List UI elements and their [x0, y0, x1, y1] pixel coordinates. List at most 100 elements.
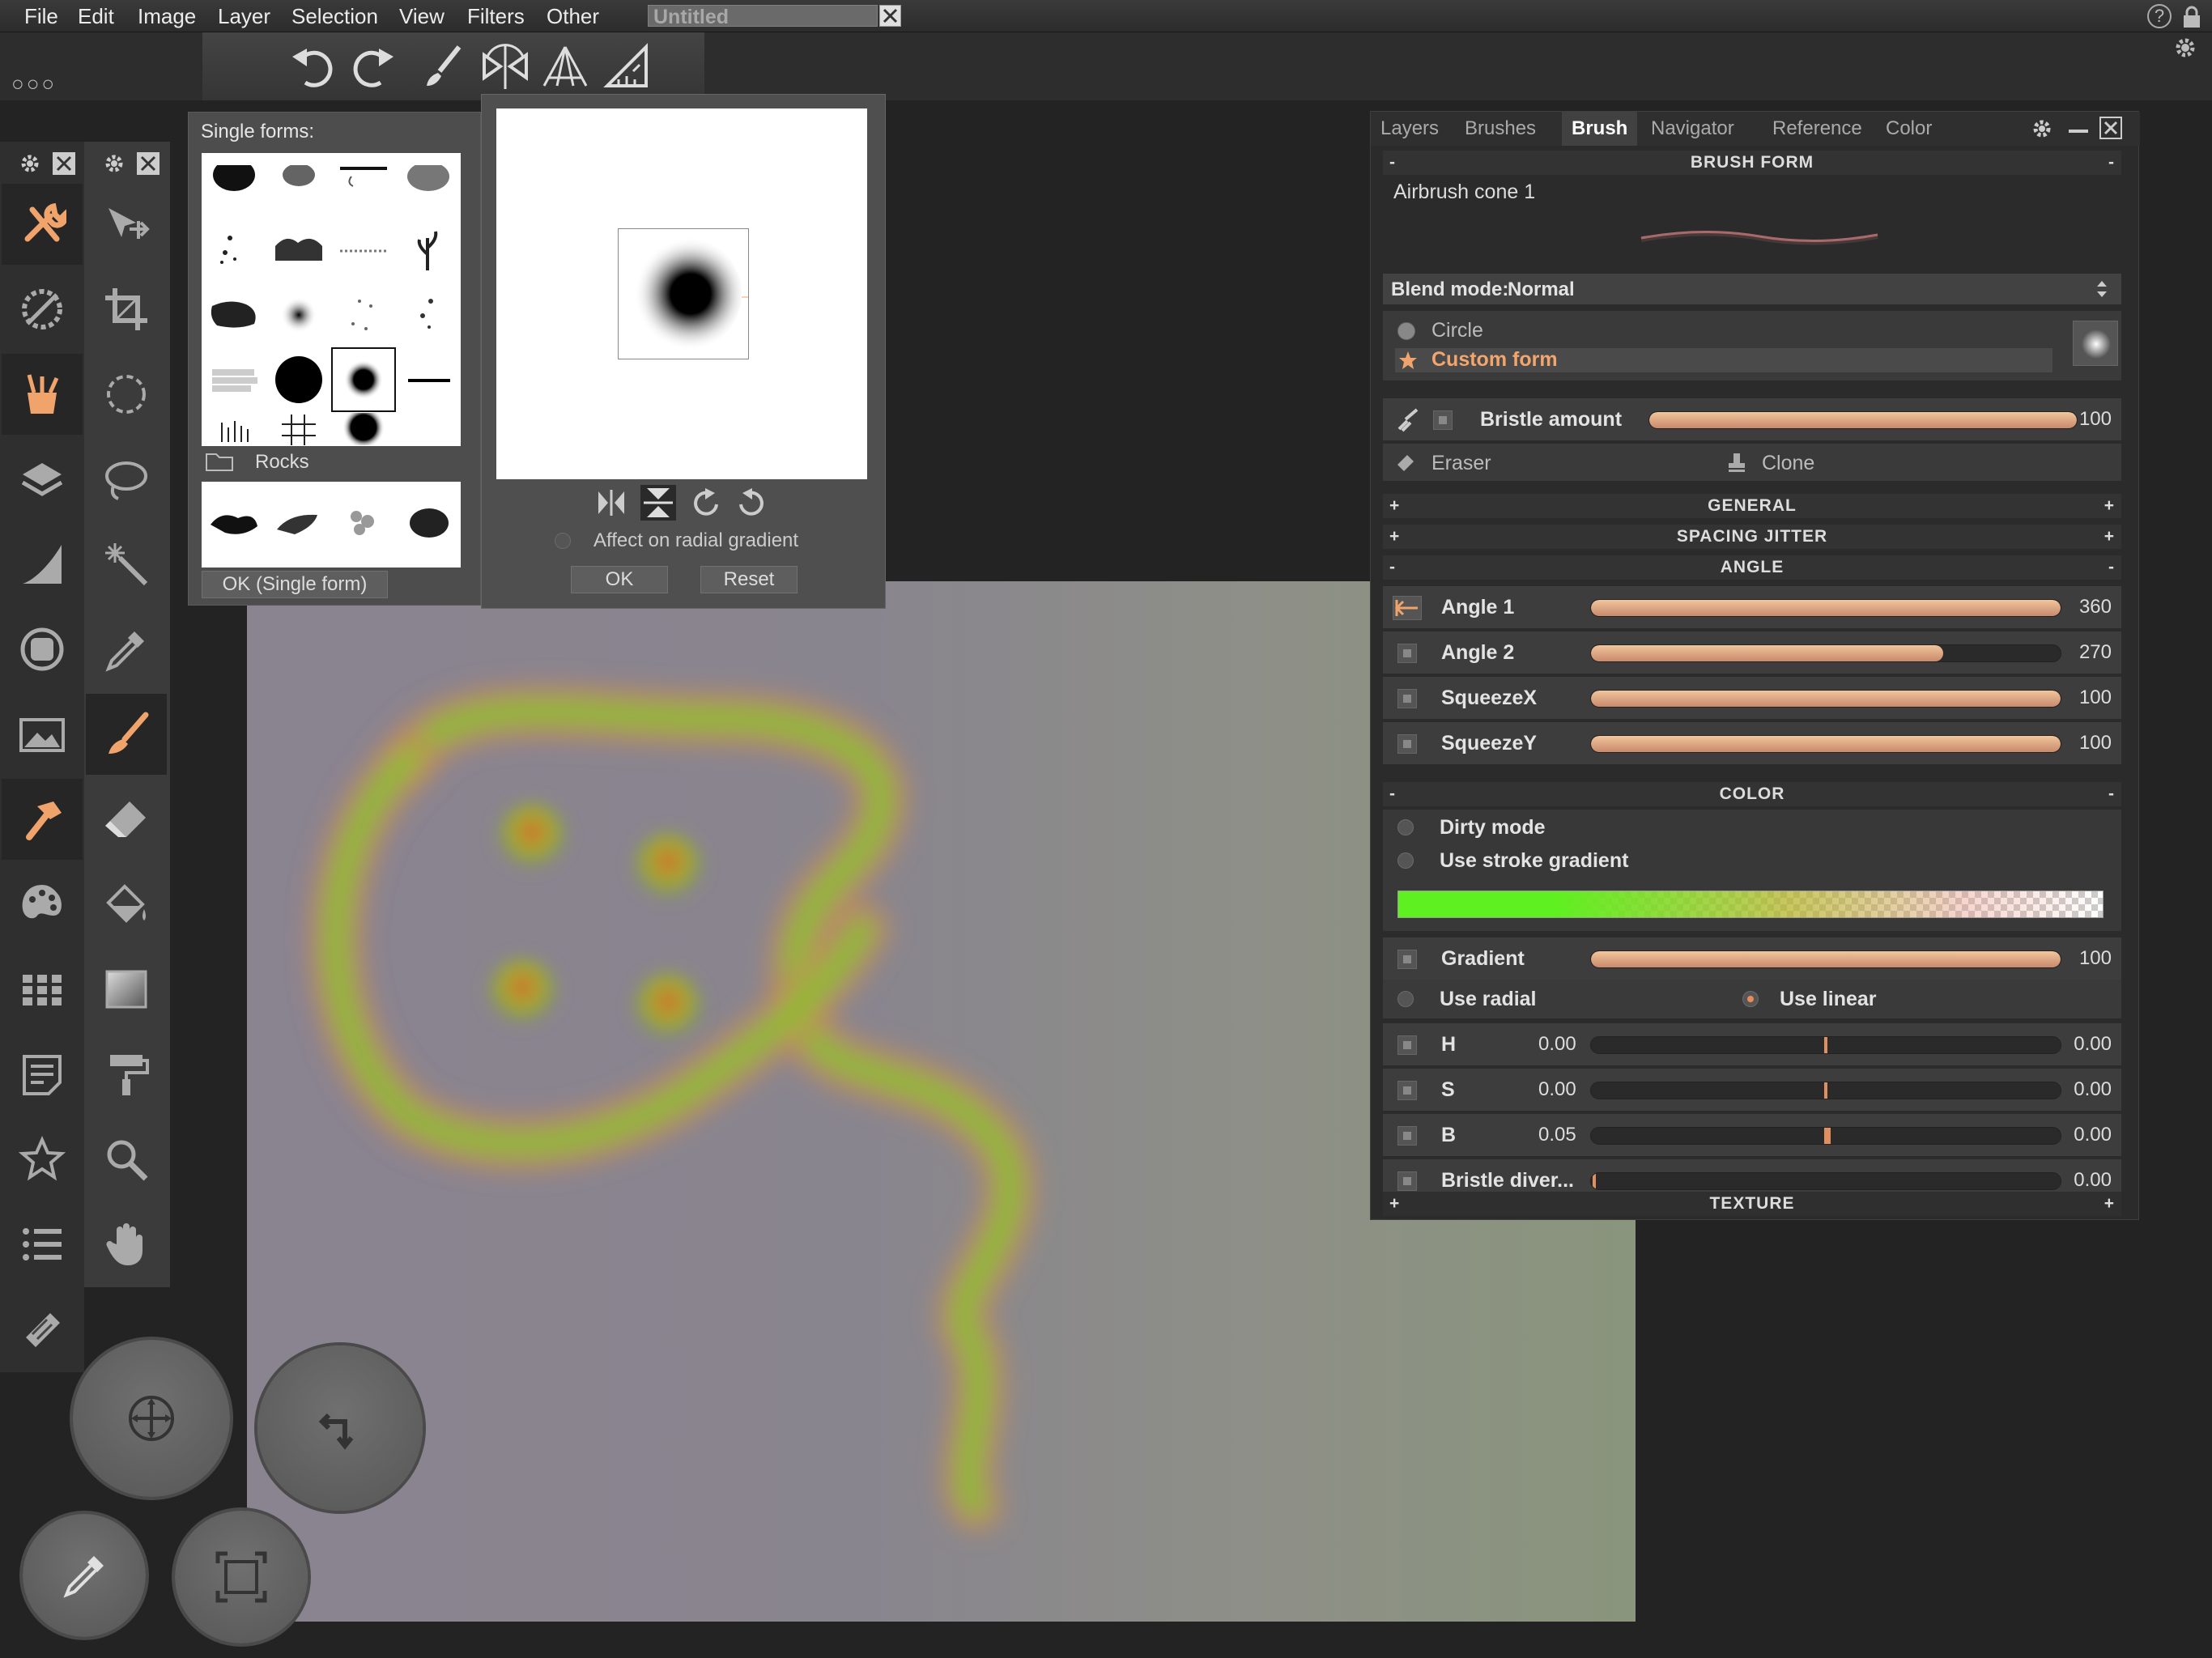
form-thumb[interactable]	[396, 153, 461, 218]
move-icon[interactable]	[86, 184, 167, 265]
use-linear-label[interactable]: Use linear	[1780, 988, 1877, 1011]
panel-close-icon[interactable]	[2099, 117, 2122, 139]
squeezey-checkbox[interactable]	[1397, 734, 1417, 754]
squeezex-slider[interactable]	[1590, 690, 2061, 708]
form-thumb[interactable]	[266, 347, 331, 412]
clone-stamp-icon[interactable]	[1726, 452, 1747, 473]
bristle-diversity-slider[interactable]	[1590, 1172, 2061, 1190]
bristle-diversity-checkbox[interactable]	[1397, 1171, 1417, 1191]
zoom-icon[interactable]	[86, 1119, 167, 1200]
section-color[interactable]: - COLOR -	[1383, 782, 2121, 806]
angle-1-slider[interactable]	[1590, 599, 2061, 617]
gradient-checkbox[interactable]	[1397, 950, 1417, 969]
symmetry-icon[interactable]	[479, 40, 531, 92]
circle-filter-icon[interactable]	[2, 609, 83, 690]
adjust-icon[interactable]	[2, 269, 83, 350]
panel-minimize-icon[interactable]	[2069, 130, 2088, 133]
circle-label[interactable]: Circle	[1431, 319, 1483, 342]
saturation-checkbox[interactable]	[1397, 1081, 1417, 1100]
magic-wand-icon[interactable]	[86, 524, 167, 605]
blend-mode-select[interactable]: Blend mode: Normal	[1383, 274, 2121, 304]
note-icon[interactable]	[2, 1034, 83, 1115]
use-linear-radio[interactable]	[1742, 991, 1759, 1007]
paint-roller-icon[interactable]	[86, 1034, 167, 1115]
image-icon[interactable]	[2, 694, 83, 775]
form-thumbnail[interactable]	[2073, 321, 2118, 366]
brightness-checkbox[interactable]	[1397, 1126, 1417, 1146]
crop-icon[interactable]	[86, 269, 167, 350]
lasso-icon[interactable]	[86, 439, 167, 520]
redo-icon[interactable]	[347, 40, 398, 92]
squeezex-checkbox[interactable]	[1397, 689, 1417, 708]
eraser-small-icon[interactable]	[1394, 452, 1415, 473]
lock-icon[interactable]	[2181, 5, 2202, 29]
section-brush-form[interactable]: - BRUSH FORM -	[1383, 151, 2121, 175]
form-thumb[interactable]	[202, 283, 266, 347]
form-thumb[interactable]	[331, 283, 396, 347]
menu-edit[interactable]: Edit	[78, 4, 114, 29]
angle-2-slider[interactable]	[1590, 644, 2061, 662]
column-gear-icon[interactable]	[18, 151, 42, 176]
ok-single-form-button[interactable]: OK (Single form)	[202, 571, 388, 598]
panel-gear-icon[interactable]	[2030, 117, 2054, 141]
section-general[interactable]: + GENERAL +	[1383, 494, 2121, 518]
form-thumb[interactable]	[331, 412, 396, 446]
menu-selection[interactable]: Selection	[291, 4, 378, 29]
form-thumb[interactable]	[202, 153, 266, 218]
tab-navigator[interactable]: Navigator	[1641, 112, 1744, 146]
document-tab[interactable]: Untitled	[648, 5, 878, 28]
fill-icon[interactable]	[86, 864, 167, 945]
stroke-gradient-bar[interactable]	[1397, 891, 2104, 918]
column-close-icon[interactable]	[52, 151, 76, 176]
column-close-icon[interactable]	[136, 151, 160, 176]
tab-brush[interactable]: Brush	[1562, 112, 1638, 146]
flip-horizontal-icon[interactable]	[595, 487, 627, 519]
section-spacing-jitter[interactable]: + SPACING JITTER +	[1383, 525, 2121, 549]
squeezey-slider[interactable]	[1590, 735, 2061, 753]
custom-form-label[interactable]: Custom form	[1431, 348, 1558, 372]
rock-thumb[interactable]	[331, 490, 396, 555]
tab-color[interactable]: Color	[1876, 112, 1942, 146]
rock-thumb[interactable]	[202, 490, 266, 555]
stroke-gradient-label[interactable]: Use stroke gradient	[1440, 849, 1628, 873]
hammer-icon[interactable]	[2, 779, 83, 860]
circle-radio[interactable]	[1397, 322, 1415, 340]
menu-filters[interactable]: Filters	[467, 4, 525, 29]
column-gear-icon[interactable]	[102, 151, 126, 176]
menu-file[interactable]: File	[24, 4, 58, 29]
flip-vertical-icon[interactable]	[640, 485, 676, 521]
hand-icon[interactable]	[86, 1204, 167, 1285]
grid-icon[interactable]	[2, 949, 83, 1030]
preview-ok-button[interactable]: OK	[571, 566, 668, 593]
form-thumb[interactable]	[266, 412, 331, 446]
bristle-checkbox[interactable]	[1433, 410, 1453, 430]
form-thumb[interactable]	[396, 347, 461, 412]
fit-screen-button[interactable]	[175, 1511, 308, 1643]
gradient-icon[interactable]	[86, 949, 167, 1030]
form-thumb-selected[interactable]	[331, 347, 396, 412]
form-thumb[interactable]	[266, 218, 331, 283]
tab-brushes[interactable]: Brushes	[1455, 112, 1546, 146]
ruler-icon[interactable]	[601, 40, 653, 92]
rock-thumb[interactable]	[396, 490, 461, 555]
form-thumb[interactable]	[331, 153, 396, 218]
eyedropper-round-button[interactable]	[23, 1514, 146, 1637]
eraser-label[interactable]: Eraser	[1431, 452, 1491, 475]
affect-radial-radio[interactable]	[555, 533, 571, 549]
form-thumb[interactable]	[266, 283, 331, 347]
help-icon[interactable]: ?	[2147, 4, 2172, 28]
section-texture[interactable]: + TEXTURE +	[1383, 1192, 2121, 1216]
form-thumb[interactable]	[396, 218, 461, 283]
preview-reset-button[interactable]: Reset	[700, 566, 798, 593]
brightness-slider[interactable]	[1590, 1127, 2061, 1145]
menu-image[interactable]: Image	[138, 4, 196, 29]
ellipse-select-icon[interactable]	[86, 354, 167, 435]
settings-gear-icon[interactable]	[2172, 34, 2199, 62]
rotate-ccw-icon[interactable]	[734, 487, 767, 519]
more-dots[interactable]: ○○○	[11, 71, 57, 96]
bristle-slider[interactable]	[1648, 411, 2078, 429]
list-icon[interactable]	[2, 1204, 83, 1285]
saturation-slider[interactable]	[1590, 1082, 2061, 1099]
form-thumb[interactable]	[266, 153, 331, 218]
use-radial-radio[interactable]	[1397, 991, 1414, 1007]
